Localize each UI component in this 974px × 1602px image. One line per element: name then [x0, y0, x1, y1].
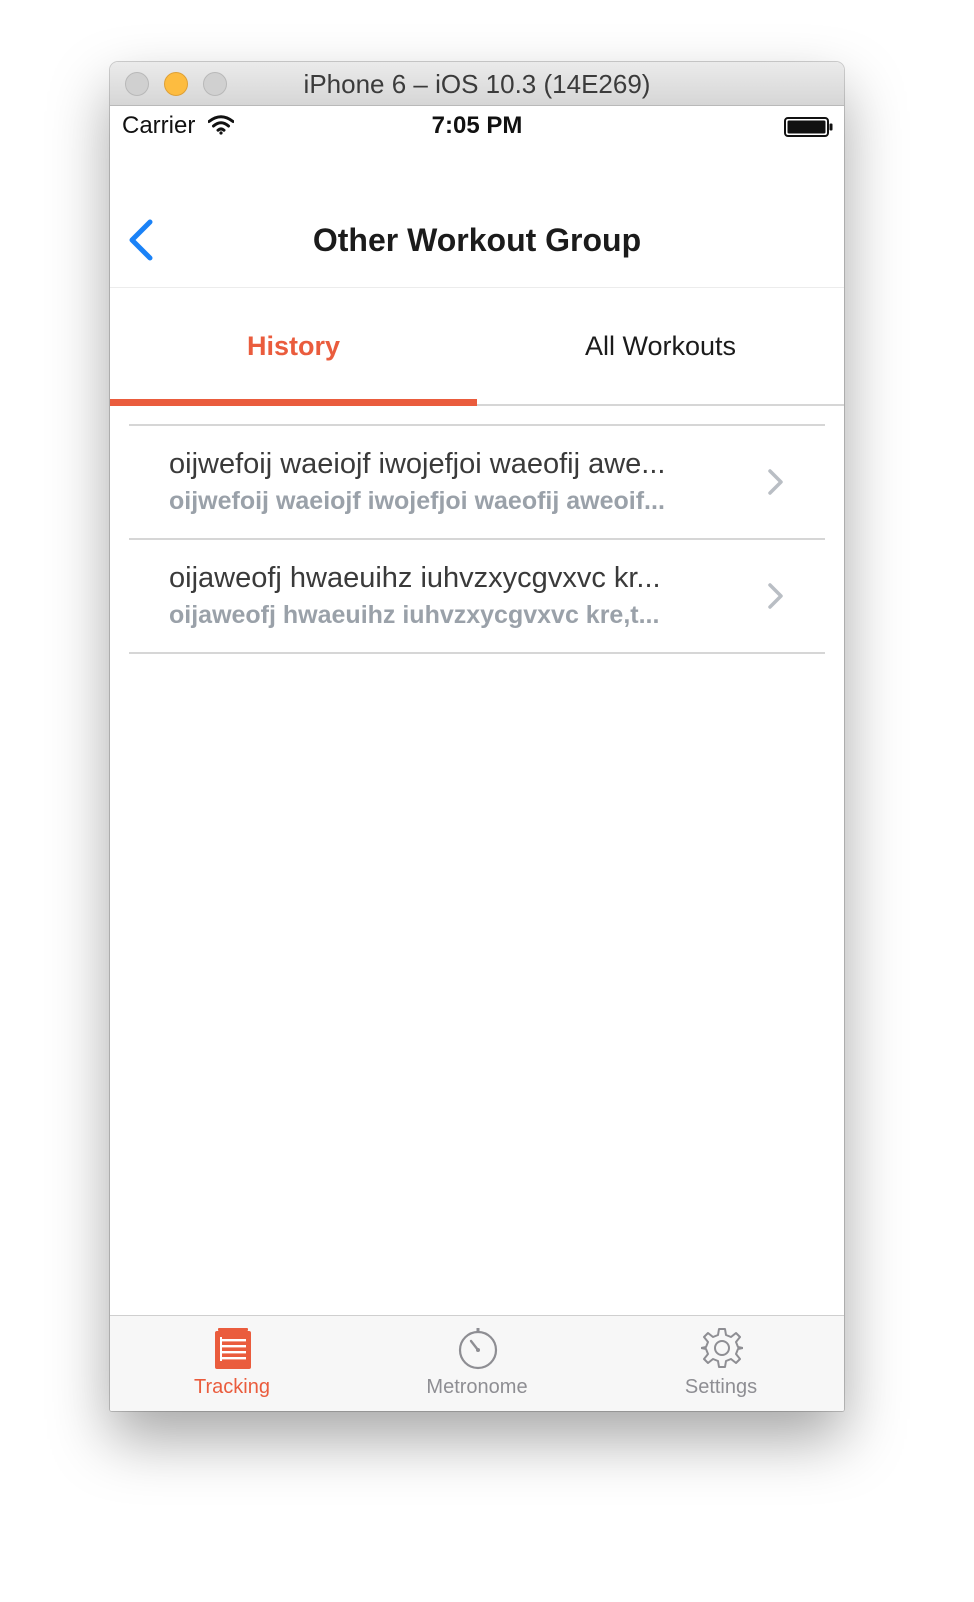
tab-bar: Tracking Metronome Settings [110, 1315, 844, 1411]
page-title: Other Workout Group [312, 222, 642, 258]
status-bar: Carrier 7:05 PM [110, 106, 844, 146]
chevron-right-icon [768, 469, 783, 495]
gear-icon [701, 1328, 743, 1368]
device-screen: Carrier 7:05 PM Other Workout Group Hist… [110, 106, 844, 1411]
history-list: oijwefoij waeiojf iwojefjoi waeofij awe.… [129, 424, 825, 654]
chevron-right-icon [768, 583, 783, 609]
simulator-window: iPhone 6 – iOS 10.3 (14E269) Carrier 7:0… [110, 62, 844, 1411]
status-time: 7:05 PM [431, 112, 523, 139]
tab-bar-item-tracking[interactable]: Tracking [110, 1316, 354, 1411]
back-button[interactable] [124, 218, 160, 262]
tab-bar-label: Metronome [426, 1376, 528, 1398]
tab-bar-label: Tracking [194, 1376, 270, 1398]
tab-history[interactable]: History [110, 288, 477, 404]
segment-tabs: History All Workouts [110, 288, 844, 406]
list-item-title: oijwefoij waeiojf iwojefjoi waeofij awe.… [169, 448, 666, 480]
document-list-icon [215, 1328, 251, 1369]
list-item-title: oijaweofj hwaeuihz iuhvzxycgvxvc kr... [169, 562, 661, 594]
list-item[interactable]: oijwefoij waeiojf iwojefjoi waeofij awe.… [129, 426, 825, 540]
desktop: iPhone 6 – iOS 10.3 (14E269) Carrier 7:0… [0, 0, 974, 1602]
window-title: iPhone 6 – iOS 10.3 (14E269) [303, 69, 651, 99]
tab-bar-item-metronome[interactable]: Metronome [355, 1316, 599, 1411]
chevron-left-icon [129, 219, 153, 261]
list-item-subtitle: oijaweofj hwaeuihz iuhvzxycgvxvc kre,t..… [169, 601, 660, 629]
tab-bar-item-settings[interactable]: Settings [599, 1316, 843, 1411]
navigation-bar: Other Workout Group [110, 146, 844, 288]
window-titlebar: iPhone 6 – iOS 10.3 (14E269) [110, 62, 844, 106]
tab-selection-indicator [110, 399, 477, 406]
battery-icon [784, 117, 833, 137]
tab-all-workouts[interactable]: All Workouts [477, 288, 844, 404]
tab-bar-label: Settings [684, 1376, 758, 1398]
list-item-subtitle: oijwefoij waeiojf iwojefjoi waeofij aweo… [169, 487, 665, 515]
list-item[interactable]: oijaweofj hwaeuihz iuhvzxycgvxvc kr... o… [129, 540, 825, 654]
stopwatch-icon [458, 1328, 498, 1370]
